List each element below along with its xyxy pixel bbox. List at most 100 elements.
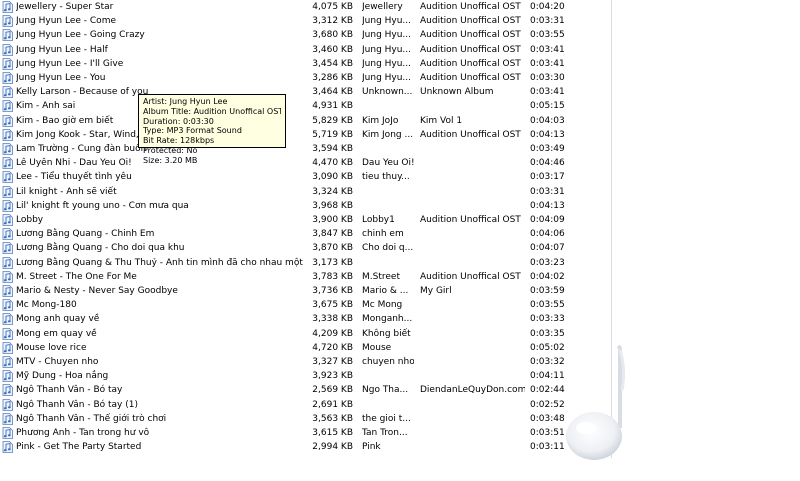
mp3-file-icon	[2, 384, 13, 397]
file-row[interactable]: Jung Hyun Lee - I'll Give 3,454 KB Jung Hy…	[0, 57, 612, 71]
file-duration: 0:03:31	[530, 186, 565, 197]
file-row[interactable]: Ngô Thanh Vân - Bó tay 2,569 KB Ngo Tha...…	[0, 383, 612, 397]
file-artist: Jung Hyu...	[362, 58, 412, 69]
file-row[interactable]: Mouse love rice 4,720 KB Mouse 0:05:02	[0, 341, 612, 355]
file-row[interactable]: Lee - Tiểu thuyết tình yêu 3,090 KB tieu t…	[0, 170, 612, 184]
file-artist: Mario & ...	[362, 286, 409, 296]
file-row[interactable]: M. Street - The One For Me 3,783 KB M.Stre…	[0, 270, 612, 284]
file-row[interactable]: Lil' knight ft young uno - Cơn mưa qua 3,…	[0, 199, 612, 213]
mp3-file-icon	[2, 412, 13, 425]
file-name: Lương Bằng Quang & Thu Thuỷ - Anh tin mì…	[16, 257, 306, 268]
file-name: Jung Hyun Lee - I'll Give	[16, 58, 124, 69]
file-row[interactable]: MTV - Chuyen nho 3,327 KB chuyen nho 0:03:3…	[0, 355, 612, 369]
file-row[interactable]: Kelly Larson - Because of you 3,464 KB Unk…	[0, 85, 612, 99]
file-row[interactable]: Ngô Thanh Vân - Thế giới trò chơi 3,563 K…	[0, 412, 612, 426]
file-size: 3,736 KB	[312, 286, 353, 296]
file-row[interactable]: Ngô Thanh Vân - Bó tay (1) 2,691 KB 0:02:5…	[0, 398, 612, 412]
file-row[interactable]: Jung Hyun Lee - Come 3,312 KB Jung Hyu... A…	[0, 14, 612, 28]
file-duration: 0:04:20	[530, 2, 565, 12]
file-name: Mỹ Dung - Hoa nắng	[16, 371, 109, 382]
file-row[interactable]: Kim - Bao giờ em biết 5,829 KB Kim JoJo Kim…	[0, 114, 612, 128]
file-album: DiendanLeQuyDon.com	[420, 385, 525, 396]
file-size: 5,829 KB	[312, 115, 353, 126]
mp3-file-icon	[2, 57, 13, 70]
file-artist: chuyen nho	[362, 357, 414, 367]
file-row[interactable]: Lobby 3,900 KB Lobby1 Audition Unoffical OS…	[0, 213, 612, 227]
file-duration: 0:03:41	[530, 44, 565, 55]
file-size: 3,460 KB	[312, 44, 353, 55]
file-duration: 0:03:55	[530, 30, 565, 41]
file-row[interactable]: Lil knight - Anh sẽ viết 3,324 KB 0:03:31	[0, 185, 612, 199]
file-duration: 0:04:07	[530, 243, 565, 254]
file-artist: Kim JoJo	[362, 115, 399, 126]
file-name: Ngô Thanh Vân - Thế giới trò chơi	[16, 413, 167, 424]
file-size: 3,870 KB	[312, 243, 353, 254]
mp3-file-icon	[2, 242, 13, 255]
mp3-file-icon	[2, 341, 13, 354]
file-album: Audition Unoffical OST	[420, 44, 521, 55]
file-duration: 0:03:23	[530, 257, 565, 268]
file-row[interactable]: Jewellery - Super Star 4,075 KB Jewellery A…	[0, 0, 612, 14]
file-size: 4,931 KB	[312, 101, 353, 112]
file-duration: 0:03:35	[530, 328, 565, 339]
file-row[interactable]: Lam Trường - Cung đàn buồn 3,594 KB 0:03:4…	[0, 142, 612, 156]
file-size: 3,173 KB	[312, 257, 353, 268]
file-album: Audition Unoffical OST	[420, 2, 521, 12]
file-size: 3,312 KB	[312, 16, 353, 27]
file-row[interactable]: Lê Uyên Nhi - Dau Yeu Oi! 4,470 KB Dau Yeu…	[0, 156, 612, 170]
file-row[interactable]: Jung Hyun Lee - You 3,286 KB Jung Hyu... Au…	[0, 71, 612, 85]
file-row[interactable]: Lương Bằng Quang - Cho doi qua khu 3,870 …	[0, 241, 612, 255]
mp3-file-icon	[2, 398, 13, 411]
file-row[interactable]: Phương Anh - Tan trong hư vô 3,615 KB Tan …	[0, 426, 612, 440]
file-row[interactable]: Mario & Nesty - Never Say Goodbye 3,736 K…	[0, 284, 612, 298]
file-size: 3,324 KB	[312, 186, 353, 197]
file-size: 3,680 KB	[312, 30, 353, 41]
file-album: Audition Unoffical OST	[420, 271, 521, 282]
file-artist: Jung Hyu...	[362, 44, 412, 55]
file-name: Jung Hyun Lee - Going Crazy	[16, 30, 145, 41]
file-row[interactable]: Lương Bằng Quang & Thu Thuỷ - Anh tin mì…	[0, 256, 612, 270]
file-size: 3,923 KB	[312, 371, 353, 382]
file-name: Lobby	[16, 215, 44, 225]
file-name: Lương Bằng Quang - Chinh Em	[16, 229, 155, 240]
mp3-file-icon	[2, 1, 13, 13]
file-row[interactable]: Mong em quay về 4,209 KB Không biết 0:03:35	[0, 327, 612, 341]
tooltip-protected: Protected: No	[143, 145, 198, 155]
tooltip-bitrate: Bit Rate: 128kbps	[143, 136, 215, 146]
file-duration: 0:03:30	[530, 73, 565, 83]
file-album: Audition Unoffical OST	[420, 58, 521, 69]
file-row[interactable]: Mc Mong-180 3,675 KB Mc Mong 0:03:55	[0, 298, 612, 312]
file-size: 3,847 KB	[312, 229, 353, 240]
file-size: 5,719 KB	[312, 129, 353, 140]
music-note-orb-icon	[566, 344, 626, 460]
mp3-file-icon	[2, 327, 13, 340]
mp3-file-icon	[2, 157, 13, 170]
file-row[interactable]: Kim - Anh sai 4,931 KB 0:05:15	[0, 99, 612, 113]
file-name: Pink - Get The Party Started	[16, 442, 142, 453]
file-artist: Jung Hyu...	[362, 73, 412, 83]
file-name: Mong em quay về	[16, 328, 97, 339]
mp3-file-icon	[2, 86, 13, 99]
file-name: Mario & Nesty - Never Say Goodbye	[16, 286, 178, 296]
file-album: Audition Unoffical OST	[420, 215, 521, 225]
tooltip-type: Type: MP3 Format Sound	[143, 126, 242, 136]
file-name: M. Street - The One For Me	[16, 271, 137, 282]
file-info-tooltip: Artist: Jung Hyun Lee Album Title: Audit…	[138, 94, 286, 165]
file-size: 2,691 KB	[312, 399, 353, 410]
file-size: 2,569 KB	[312, 385, 353, 396]
file-row[interactable]: Lương Bằng Quang - Chinh Em 3,847 KB chinh…	[0, 227, 612, 241]
file-album: Audition Unoffical OST	[420, 30, 521, 41]
file-row[interactable]: Mong anh quay về 3,338 KB Monganh... 0:03:3…	[0, 312, 612, 326]
file-row[interactable]: Kim Jong Kook - Star, Wind, Sun 5,719 KB K…	[0, 128, 612, 142]
file-artist: Monganh...	[362, 314, 413, 325]
file-size: 3,783 KB	[312, 271, 353, 282]
file-album: Audition Unoffical OST	[420, 16, 521, 27]
file-row[interactable]: Jung Hyun Lee - Half 3,460 KB Jung Hyu... A…	[0, 43, 612, 57]
file-duration: 0:03:41	[530, 87, 565, 98]
mp3-file-icon	[2, 370, 13, 383]
file-artist: Dau Yeu Oi!	[362, 158, 414, 169]
file-row[interactable]: Mỹ Dung - Hoa nắng 3,923 KB 0:04:11	[0, 369, 612, 383]
file-row[interactable]: Jung Hyun Lee - Going Crazy 3,680 KB Jung …	[0, 28, 612, 42]
file-duration: 0:03:55	[530, 300, 565, 311]
file-row[interactable]: Pink - Get The Party Started 2,994 KB Pink…	[0, 440, 612, 454]
